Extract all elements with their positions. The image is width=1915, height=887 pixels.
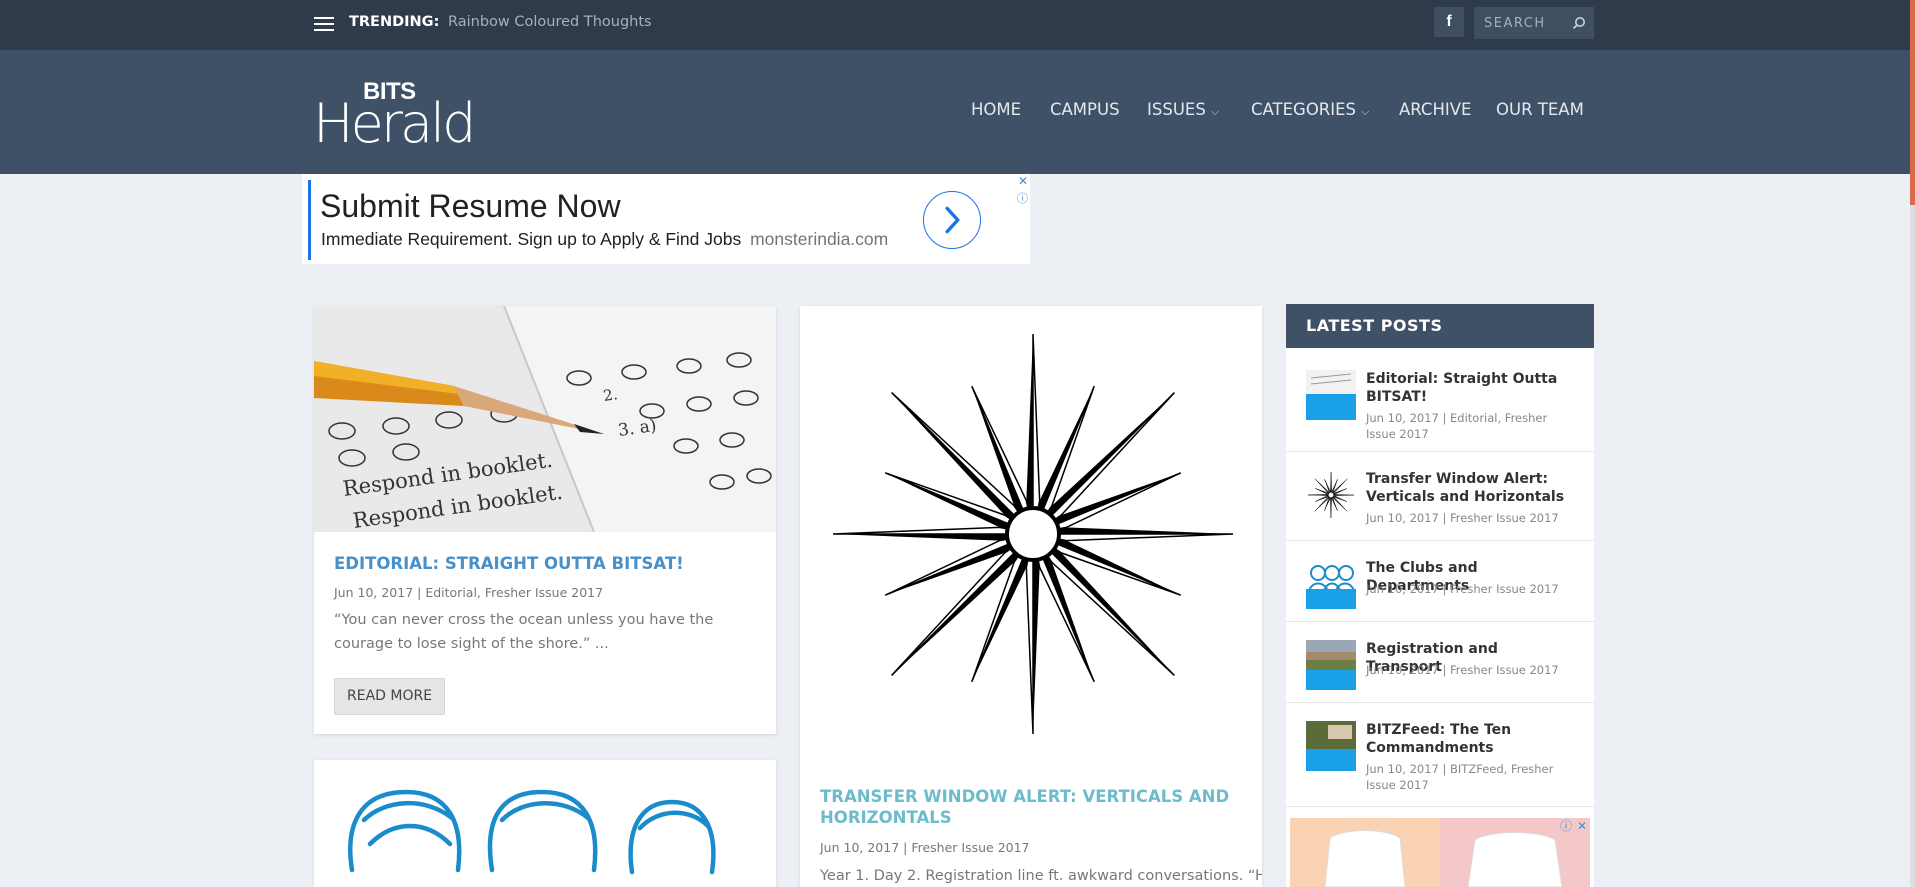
facebook-icon[interactable]: f <box>1434 7 1464 37</box>
site-header: BITS Herald HOME CAMPUS ISSUES ⌵ CATEGORI… <box>0 50 1915 174</box>
sidebar-post[interactable]: Transfer Window Alert: Verticals and Hor… <box>1286 452 1594 541</box>
post-card: Respond in booklet. Respond in booklet. … <box>314 306 776 734</box>
ad-banner[interactable]: Submit Resume Now Immediate Requirement.… <box>302 174 1030 264</box>
sidebar-post-thumbnail[interactable] <box>1306 640 1356 690</box>
ad-title[interactable]: Submit Resume Now <box>320 188 621 225</box>
sidebar-post[interactable]: BITZFeed: The Ten Commandments Jun 10, 2… <box>1286 703 1594 807</box>
post-title[interactable]: TRANSFER WINDOW ALERT: VERTICALS AND HOR… <box>820 786 1240 828</box>
nav-home[interactable]: HOME <box>971 100 1021 119</box>
trending: TRENDING: Rainbow Coloured Thoughts <box>349 14 652 30</box>
menu-icon[interactable] <box>314 17 334 32</box>
sidebar-post-thumbnail[interactable] <box>1306 721 1356 771</box>
chevron-down-icon: ⌵ <box>1361 105 1370 118</box>
post-title[interactable]: EDITORIAL: STRAIGHT OUTTA BITSAT! <box>334 553 754 574</box>
post-excerpt: Year 1. Day 2. Registration line ft. awk… <box>820 868 1262 884</box>
nav-issues[interactable]: ISSUES ⌵ <box>1147 100 1219 119</box>
post-excerpt: “You can never cross the ocean unless yo… <box>334 612 714 652</box>
post-meta: Jun 10, 2017 | Editorial, Fresher Issue … <box>334 585 604 600</box>
sidebar-ad-image[interactable]: ⓘ ✕ <box>1290 818 1590 887</box>
logo-herald: Herald <box>313 92 476 155</box>
nav-issues-label: ISSUES <box>1147 100 1206 119</box>
sidebar-post-title[interactable]: BITZFeed: The Ten Commandments <box>1366 721 1576 757</box>
sidebar-post-title[interactable]: Editorial: Straight Outta BITSAT! <box>1366 370 1576 406</box>
ad-description: Immediate Requirement. Sign up to Apply … <box>321 229 888 250</box>
nav-categories[interactable]: CATEGORIES ⌵ <box>1251 100 1369 119</box>
sidebar-post[interactable]: Registration and Transport Jun 10, 2017 … <box>1286 622 1594 703</box>
sidebar-post-meta: Jun 10, 2017 | Editorial, Fresher Issue … <box>1366 411 1548 441</box>
sidebar-post-title[interactable]: Transfer Window Alert: Verticals and Hor… <box>1366 470 1576 506</box>
trending-label: TRENDING: <box>349 14 440 30</box>
search-icon[interactable] <box>1572 16 1586 30</box>
ad-arrow-button[interactable] <box>923 191 981 249</box>
nav-our-team[interactable]: OUR TEAM <box>1496 100 1584 119</box>
sidebar-post-thumbnail[interactable] <box>1306 370 1356 420</box>
search-box <box>1474 7 1594 39</box>
sidebar-post-thumbnail[interactable] <box>1306 470 1356 520</box>
sidebar-post-thumbnail[interactable] <box>1306 559 1356 609</box>
top-bar: TRENDING: Rainbow Coloured Thoughts f <box>0 0 1915 50</box>
sidebar-post-meta: Jun 10, 2017 | Fresher Issue 2017 <box>1366 582 1559 596</box>
read-more-button[interactable]: READ MORE <box>334 678 446 715</box>
latest-posts-heading: LATEST POSTS <box>1286 304 1594 348</box>
ad-close-icon[interactable]: ✕ <box>1018 174 1028 188</box>
post-meta: Jun 10, 2017 | Fresher Issue 2017 <box>820 840 1030 855</box>
sidebar-post-meta: Jun 10, 2017 | Fresher Issue 2017 <box>1366 663 1559 677</box>
latest-posts-widget: LATEST POSTS Editorial: Straight Outta B… <box>1286 304 1594 887</box>
trending-link[interactable]: Rainbow Coloured Thoughts <box>448 14 652 30</box>
chevron-down-icon: ⌵ <box>1210 105 1220 118</box>
nav-categories-label: CATEGORIES <box>1251 100 1357 119</box>
svg-text:2.: 2. <box>602 385 619 405</box>
sidebar-post[interactable]: The Clubs and Departments Jun 10, 2017 |… <box>1286 541 1594 622</box>
site-logo[interactable]: BITS Herald <box>313 78 483 155</box>
sidebar-post-meta: Jun 10, 2017 | BITZFeed, Fresher Issue 2… <box>1366 762 1554 792</box>
search-input[interactable] <box>1474 7 1564 39</box>
ad-info-icon[interactable]: ⓘ <box>1017 190 1028 206</box>
ad-accent-bar <box>308 180 311 260</box>
post-image-people-sketch[interactable] <box>314 760 776 887</box>
nav-campus[interactable]: CAMPUS <box>1050 100 1120 119</box>
post-image-compass-star[interactable] <box>800 306 1262 766</box>
nav-archive[interactable]: ARCHIVE <box>1399 100 1471 119</box>
svg-text:✕: ✕ <box>1577 819 1587 833</box>
svg-text:ⓘ: ⓘ <box>1560 819 1572 833</box>
post-card: TRANSFER WINDOW ALERT: VERTICALS AND HOR… <box>800 306 1262 887</box>
sidebar-post[interactable]: Editorial: Straight Outta BITSAT! Jun 10… <box>1286 348 1594 452</box>
ad-description-text: Immediate Requirement. Sign up to Apply … <box>321 229 742 249</box>
sidebar-post-meta: Jun 10, 2017 | Fresher Issue 2017 <box>1366 511 1559 525</box>
post-image-answer-sheet[interactable]: Respond in booklet. Respond in booklet. … <box>314 306 776 532</box>
page-scrollbar-thumb[interactable] <box>1910 0 1915 205</box>
ad-url[interactable]: monsterindia.com <box>750 229 888 249</box>
post-card <box>314 760 776 887</box>
